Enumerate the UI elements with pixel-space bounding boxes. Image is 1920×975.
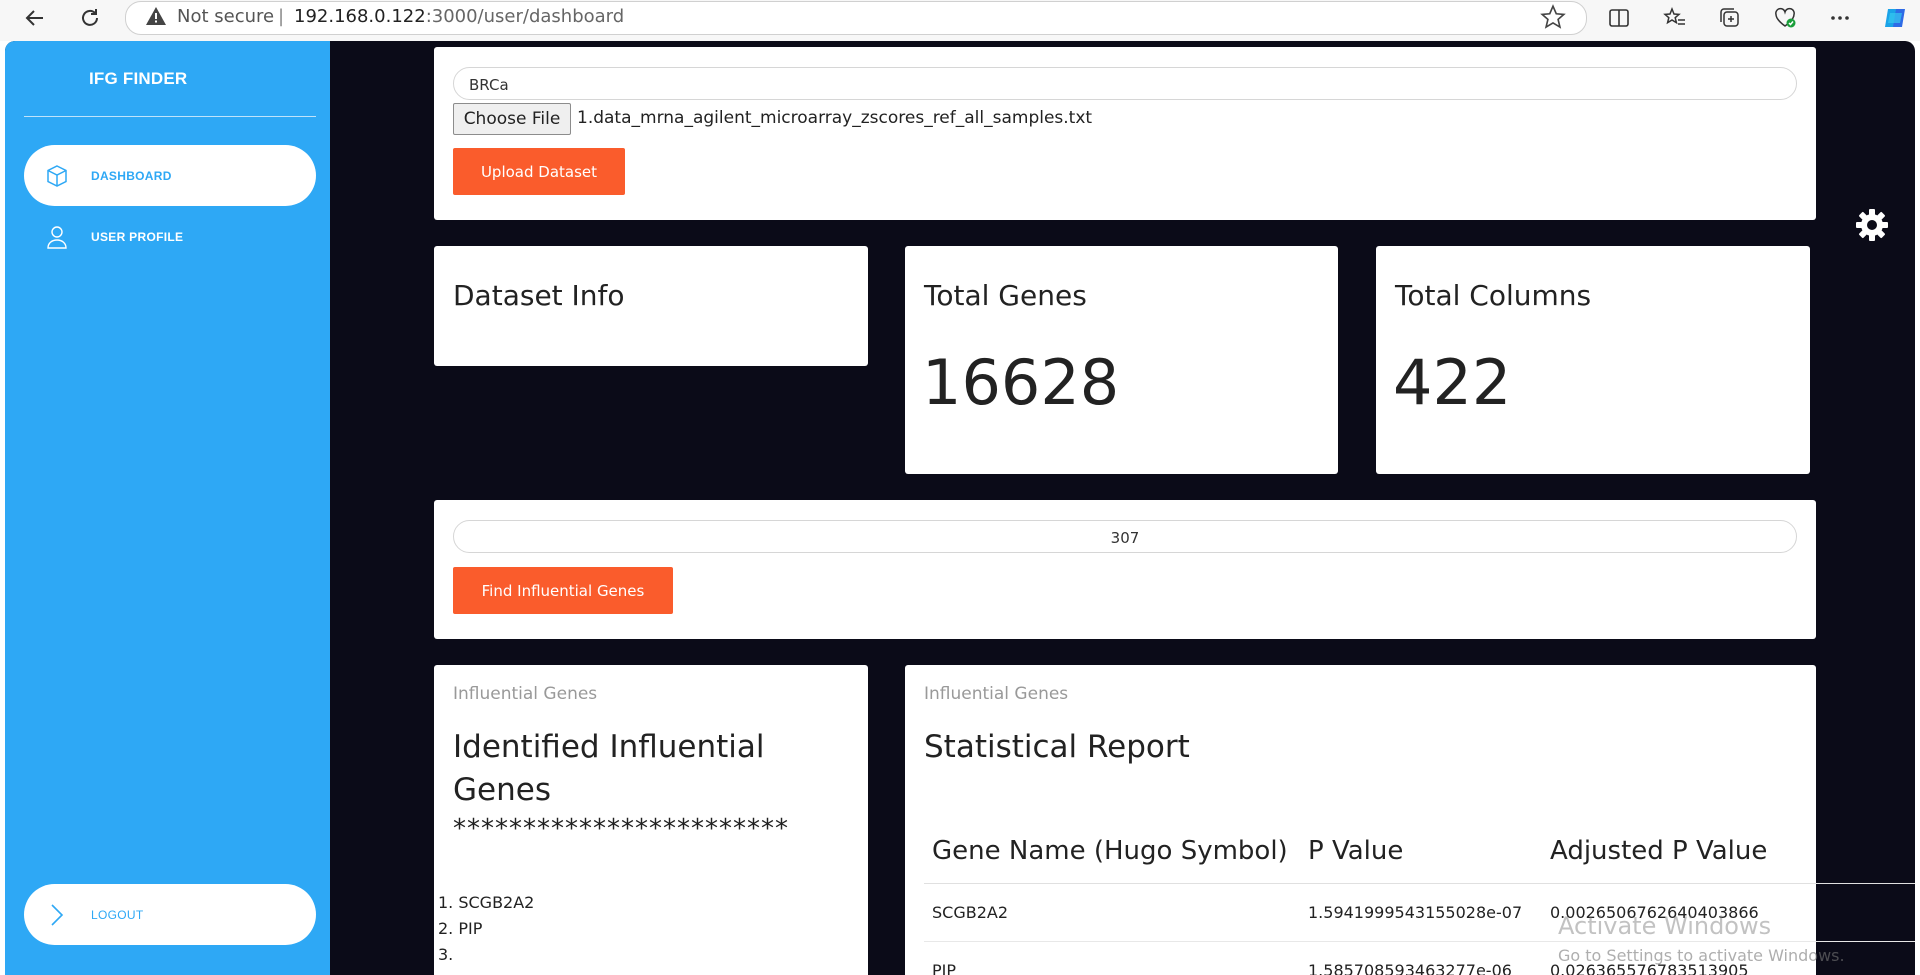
sidebar-item-label: DASHBOARD (91, 169, 172, 183)
gene-name-cell: SCGB2A2 (924, 883, 1300, 942)
warning-icon[interactable] (145, 6, 167, 30)
copilot-icon[interactable] (1880, 4, 1910, 32)
total-genes-title: Total Genes (924, 279, 1087, 312)
favorite-star-icon[interactable] (1540, 4, 1566, 34)
list-item: 2. PIP (438, 919, 483, 938)
selected-file-name: 1.data_mrna_agilent_microarray_zscores_r… (577, 108, 1093, 128)
total-columns-title: Total Columns (1395, 279, 1592, 312)
upload-dataset-button[interactable]: Upload Dataset (453, 148, 625, 195)
influential-title-line2: Genes (453, 772, 551, 808)
logout-button[interactable]: LOGOUT (24, 884, 316, 945)
url-path: :3000/user/dashboard (425, 6, 625, 27)
p-value-cell: 1.5941999543155028e-07 (1300, 883, 1542, 942)
column-header: Adjusted P Value (1542, 819, 1915, 884)
table-header-row: Gene Name (Hugo Symbol) P Value Adjusted… (924, 819, 1915, 884)
cube-icon (44, 163, 70, 189)
sidebar-item-user-profile[interactable]: USER PROFILE (24, 206, 316, 267)
total-genes-value: 16628 (922, 346, 1120, 419)
favorites-icon[interactable] (1660, 4, 1690, 32)
logout-label: LOGOUT (91, 908, 144, 922)
user-icon (44, 224, 70, 250)
refresh-icon[interactable] (75, 3, 105, 33)
dataset-name-input[interactable]: BRCa (453, 67, 1797, 100)
browser-health-icon[interactable] (1770, 4, 1800, 32)
app-container: IFG FINDER DASHBOARD USER PROFILE LOGOUT… (5, 41, 1915, 975)
collections-icon[interactable] (1715, 4, 1745, 32)
more-options-icon[interactable] (1825, 4, 1855, 32)
split-screen-icon[interactable] (1604, 4, 1634, 32)
list-item: 3. (438, 945, 454, 964)
stars-divider: ************************ (453, 814, 789, 844)
report-title: Statistical Report (924, 729, 1190, 765)
influential-title-line1: Identified Influential (453, 729, 765, 765)
url-separator: | (278, 6, 285, 27)
back-icon[interactable] (20, 3, 50, 33)
chevron-right-icon (44, 902, 70, 928)
column-header: P Value (1300, 819, 1542, 884)
windows-watermark-subtitle: Go to Settings to activate Windows. (1558, 946, 1845, 965)
brand-title[interactable]: IFG FINDER (89, 69, 187, 89)
choose-file-button[interactable]: Choose File (453, 103, 571, 135)
gene-count-input[interactable]: 307 (453, 520, 1797, 553)
column-header: Gene Name (Hugo Symbol) (924, 819, 1300, 884)
influential-title: Identified Influential Genes (453, 726, 765, 812)
security-label[interactable]: Not secure (177, 6, 274, 27)
p-value-cell: 1.585708593463277e-06 (1300, 941, 1542, 975)
dataset-info-title: Dataset Info (453, 279, 625, 312)
total-columns-value: 422 (1393, 346, 1512, 419)
find-influential-genes-button[interactable]: Find Influential Genes (453, 567, 673, 614)
sidebar-item-label: USER PROFILE (91, 230, 184, 244)
report-category-label: Influential Genes (924, 684, 1069, 704)
sidebar-item-dashboard[interactable]: DASHBOARD (24, 145, 316, 206)
list-item: 1. SCGB2A2 (438, 893, 535, 912)
url-host: 192.168.0.122 (294, 6, 426, 27)
influential-category-label: Influential Genes (453, 684, 598, 704)
sidebar: IFG FINDER DASHBOARD USER PROFILE LOGOUT (5, 41, 330, 975)
windows-watermark-title: Activate Windows (1558, 912, 1772, 940)
settings-gear-icon[interactable] (1840, 193, 1904, 257)
browser-toolbar: Not secure | 192.168.0.122:3000/user/das… (0, 0, 1920, 41)
url-text[interactable]: 192.168.0.122:3000/user/dashboard (294, 6, 624, 27)
sidebar-divider (24, 116, 316, 117)
gene-name-cell: PIP (924, 941, 1300, 975)
gene-list: 1. SCGB2A2 2. PIP 3. (438, 890, 534, 968)
